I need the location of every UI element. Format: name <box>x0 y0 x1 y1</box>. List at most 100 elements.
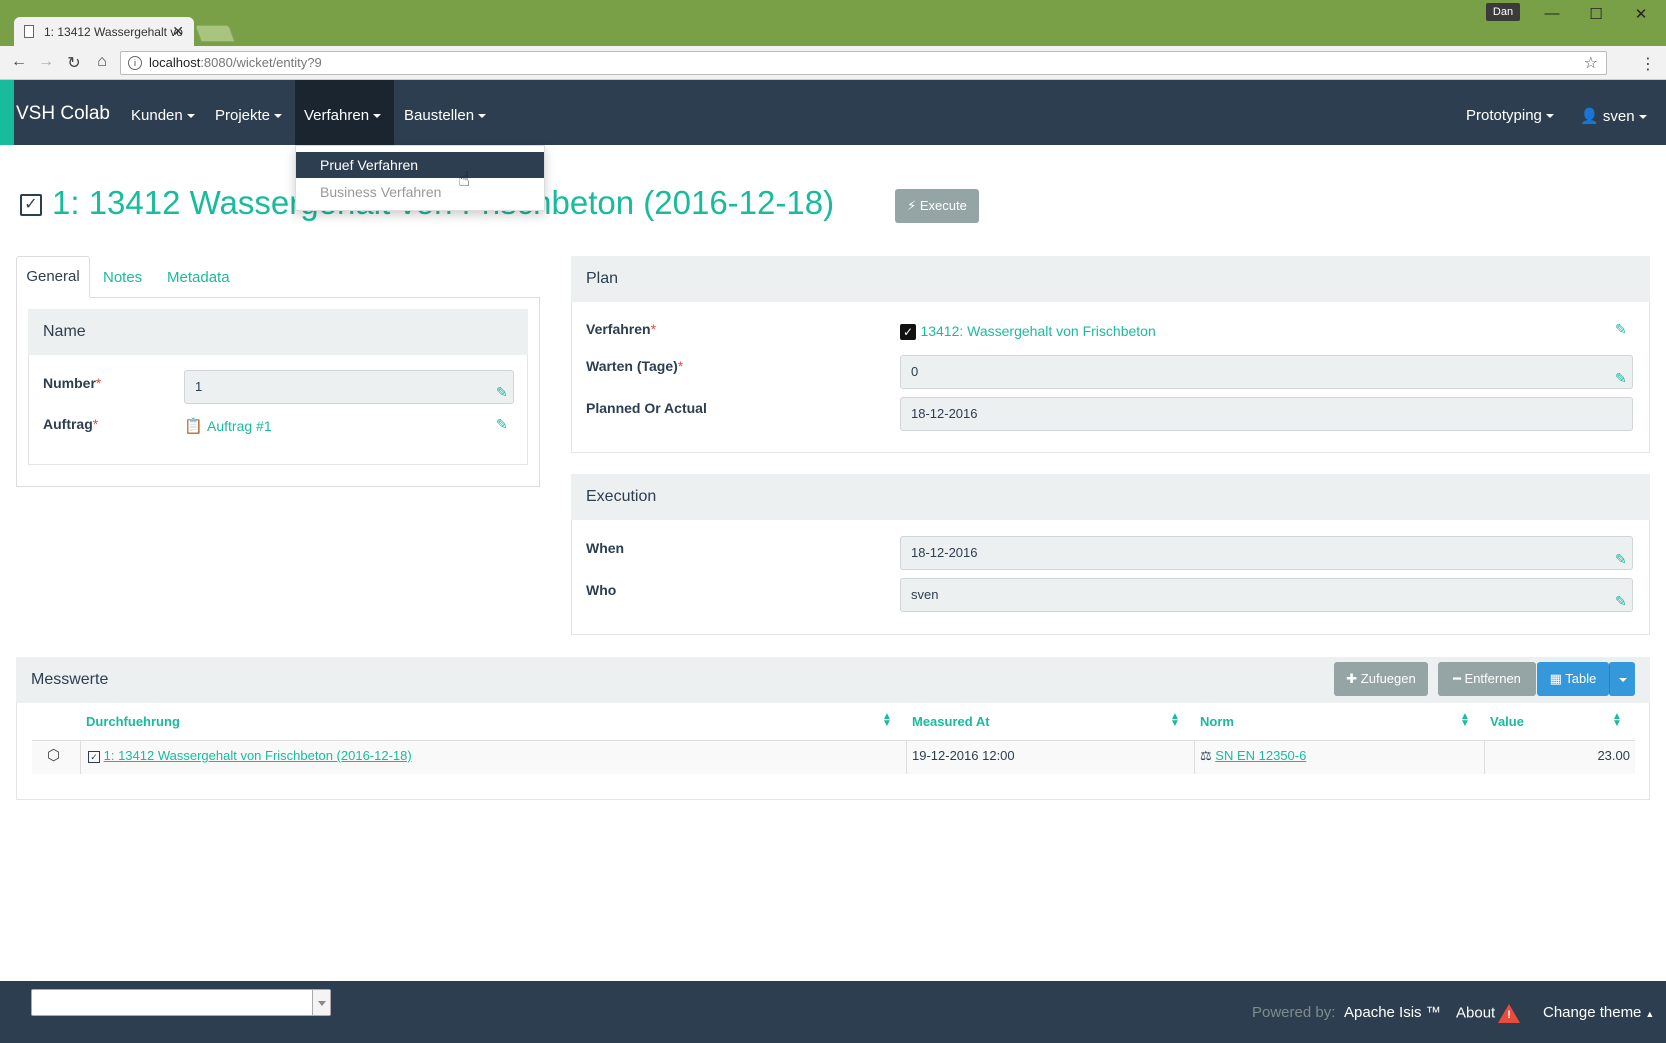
edit-icon[interactable]: ✎ <box>1615 551 1627 568</box>
tab-general[interactable]: General <box>16 256 90 298</box>
nav-baustellen[interactable]: Baustellen <box>404 107 487 124</box>
dropdown-item-pruef-verfahren[interactable]: Pruef Verfahren <box>296 152 544 178</box>
plan-panel-heading: Plan <box>571 256 1650 302</box>
tab-metadata[interactable]: Metadata <box>167 269 230 286</box>
nav-prototyping[interactable]: Prototyping <box>1466 107 1554 124</box>
minimize-icon[interactable]: — <box>1537 5 1567 22</box>
reload-icon[interactable]: ↻ <box>63 53 85 73</box>
number-field[interactable]: 1 <box>184 370 514 404</box>
view-dropdown-toggle[interactable] <box>1609 662 1635 696</box>
sort-icon[interactable]: ▲ ▼ <box>882 712 892 729</box>
number-value: 1 <box>195 379 203 394</box>
required-mark: * <box>677 358 684 374</box>
url-host: localhost <box>149 55 201 70</box>
who-field[interactable]: sven <box>900 578 1633 612</box>
table-view-label: Table <box>1565 671 1597 686</box>
when-label: When <box>586 540 625 556</box>
required-mark: * <box>95 375 102 391</box>
required-mark: * <box>650 321 657 337</box>
browser-tab-title: 1: 13412 Wassergehalt vo <box>44 25 183 39</box>
table-view-button[interactable]: ▦ Table <box>1537 662 1609 696</box>
caret-down-icon <box>1638 115 1647 120</box>
hand-cursor-icon: ☝ <box>458 169 471 191</box>
nav-verfahren-label: Verfahren <box>304 107 370 124</box>
caret-down-icon <box>1545 114 1554 119</box>
sort-icon[interactable]: ▲ ▼ <box>1612 712 1622 729</box>
apache-isis-link[interactable]: Apache Isis ™ <box>1344 1004 1441 1021</box>
select-arrow[interactable] <box>312 990 330 1015</box>
row-durchfuehrung: ✓ 1: 13412 Wassergehalt von Frischbeton … <box>88 748 412 763</box>
maximize-icon[interactable]: ☐ <box>1581 5 1611 23</box>
entfernen-button[interactable]: ━ Entfernen <box>1438 662 1536 696</box>
caret-down-icon <box>274 114 283 119</box>
nav-kunden[interactable]: Kunden <box>131 107 195 124</box>
norm-link[interactable]: SN EN 12350-6 <box>1215 748 1306 763</box>
sort-icon[interactable]: ▲ ▼ <box>1170 712 1180 729</box>
url-input[interactable]: i localhost:8080/wicket/entity?9 ☆ <box>120 51 1607 75</box>
warten-value: 0 <box>911 364 919 379</box>
row-value: 23.00 <box>1597 748 1630 763</box>
about-link[interactable]: About! <box>1456 1004 1521 1023</box>
close-icon[interactable]: ✕ <box>1626 5 1656 23</box>
warten-label: Warten (Tage)* <box>586 358 683 374</box>
zufuegen-button[interactable]: ✚ Zufuegen <box>1334 662 1428 696</box>
edit-icon[interactable]: ✎ <box>1615 370 1627 387</box>
menu-icon[interactable]: ⋮ <box>1640 54 1656 74</box>
entfernen-label: Entfernen <box>1464 671 1521 686</box>
edit-icon[interactable]: ✎ <box>1615 321 1627 338</box>
column-measured-at[interactable]: Measured At <box>912 714 990 729</box>
column-divider <box>906 741 907 774</box>
caret-down-icon <box>1618 677 1627 682</box>
forward-icon[interactable]: → <box>35 53 57 71</box>
column-value[interactable]: Value <box>1490 714 1524 729</box>
back-icon[interactable]: ← <box>8 53 30 71</box>
durchfuehrung-link[interactable]: 1: 13412 Wassergehalt von Frischbeton (2… <box>104 748 412 763</box>
user-icon: 👤 <box>1580 108 1603 125</box>
verfahren-link[interactable]: 13412: Wassergehalt von Frischbeton <box>920 323 1155 339</box>
tab-notes[interactable]: Notes <box>103 269 142 286</box>
auftrag-label: Auftrag* <box>43 416 98 432</box>
column-norm[interactable]: Norm <box>1200 714 1234 729</box>
warten-field[interactable]: 0 <box>900 355 1633 389</box>
edit-icon[interactable]: ✎ <box>1615 593 1627 610</box>
edit-icon[interactable]: ✎ <box>496 384 508 401</box>
checkbox-icon: ✓ <box>88 750 100 763</box>
number-label: Number* <box>43 375 101 391</box>
auftrag-link[interactable]: Auftrag #1 <box>207 418 272 434</box>
row-norm: ⚖ SN EN 12350-6 <box>1200 748 1306 764</box>
column-durchfuehrung[interactable]: Durchfuehrung <box>86 714 180 729</box>
browser-tab[interactable]: 1: 13412 Wassergehalt vo ✕ <box>14 17 194 46</box>
auftrag-label-text: Auftrag <box>43 416 93 432</box>
execute-button[interactable]: ⚡ Execute <box>895 189 979 223</box>
who-label: Who <box>586 582 617 598</box>
star-icon[interactable]: ☆ <box>1584 53 1598 73</box>
execute-label: Execute <box>919 198 967 213</box>
nav-kunden-label: Kunden <box>131 107 183 124</box>
sort-icon[interactable]: ▲ ▼ <box>1460 712 1470 729</box>
column-divider <box>1194 741 1195 774</box>
clipboard-icon: 📋 <box>184 418 203 435</box>
close-tab-icon[interactable]: ✕ <box>172 23 184 40</box>
warten-label-text: Warten (Tage) <box>586 358 678 374</box>
nav-verfahren[interactable]: Verfahren <box>304 107 382 124</box>
home-icon[interactable]: ⌂ <box>91 53 113 71</box>
nav-projekte[interactable]: Projekte <box>215 107 283 124</box>
powered-by-label: Powered by: <box>1252 1004 1336 1021</box>
new-tab-button[interactable] <box>194 25 236 42</box>
page-icon <box>24 25 34 38</box>
planned-field: 18-12-2016 <box>900 397 1633 431</box>
url-path: :8080/wicket/entity?9 <box>200 55 322 70</box>
nav-user[interactable]: 👤 sven <box>1580 107 1647 125</box>
brand-logo[interactable]: VSH Colab <box>16 103 110 125</box>
row-measured-at: 19-12-2016 12:00 <box>912 748 1015 763</box>
info-icon[interactable]: i <box>128 56 142 70</box>
footer-select[interactable] <box>31 989 331 1016</box>
cube-icon[interactable]: ⬡ <box>47 746 60 764</box>
dropdown-item-business-verfahren[interactable]: Business Verfahren <box>296 179 544 205</box>
edit-icon[interactable]: ✎ <box>496 416 508 433</box>
checkbox-icon: ✓ <box>900 323 916 340</box>
caret-down-icon <box>373 114 382 119</box>
change-theme-link[interactable]: Change theme ▲ <box>1543 1004 1654 1021</box>
browser-user-badge[interactable]: Dan <box>1486 3 1520 21</box>
when-field[interactable]: 18-12-2016 <box>900 536 1633 570</box>
